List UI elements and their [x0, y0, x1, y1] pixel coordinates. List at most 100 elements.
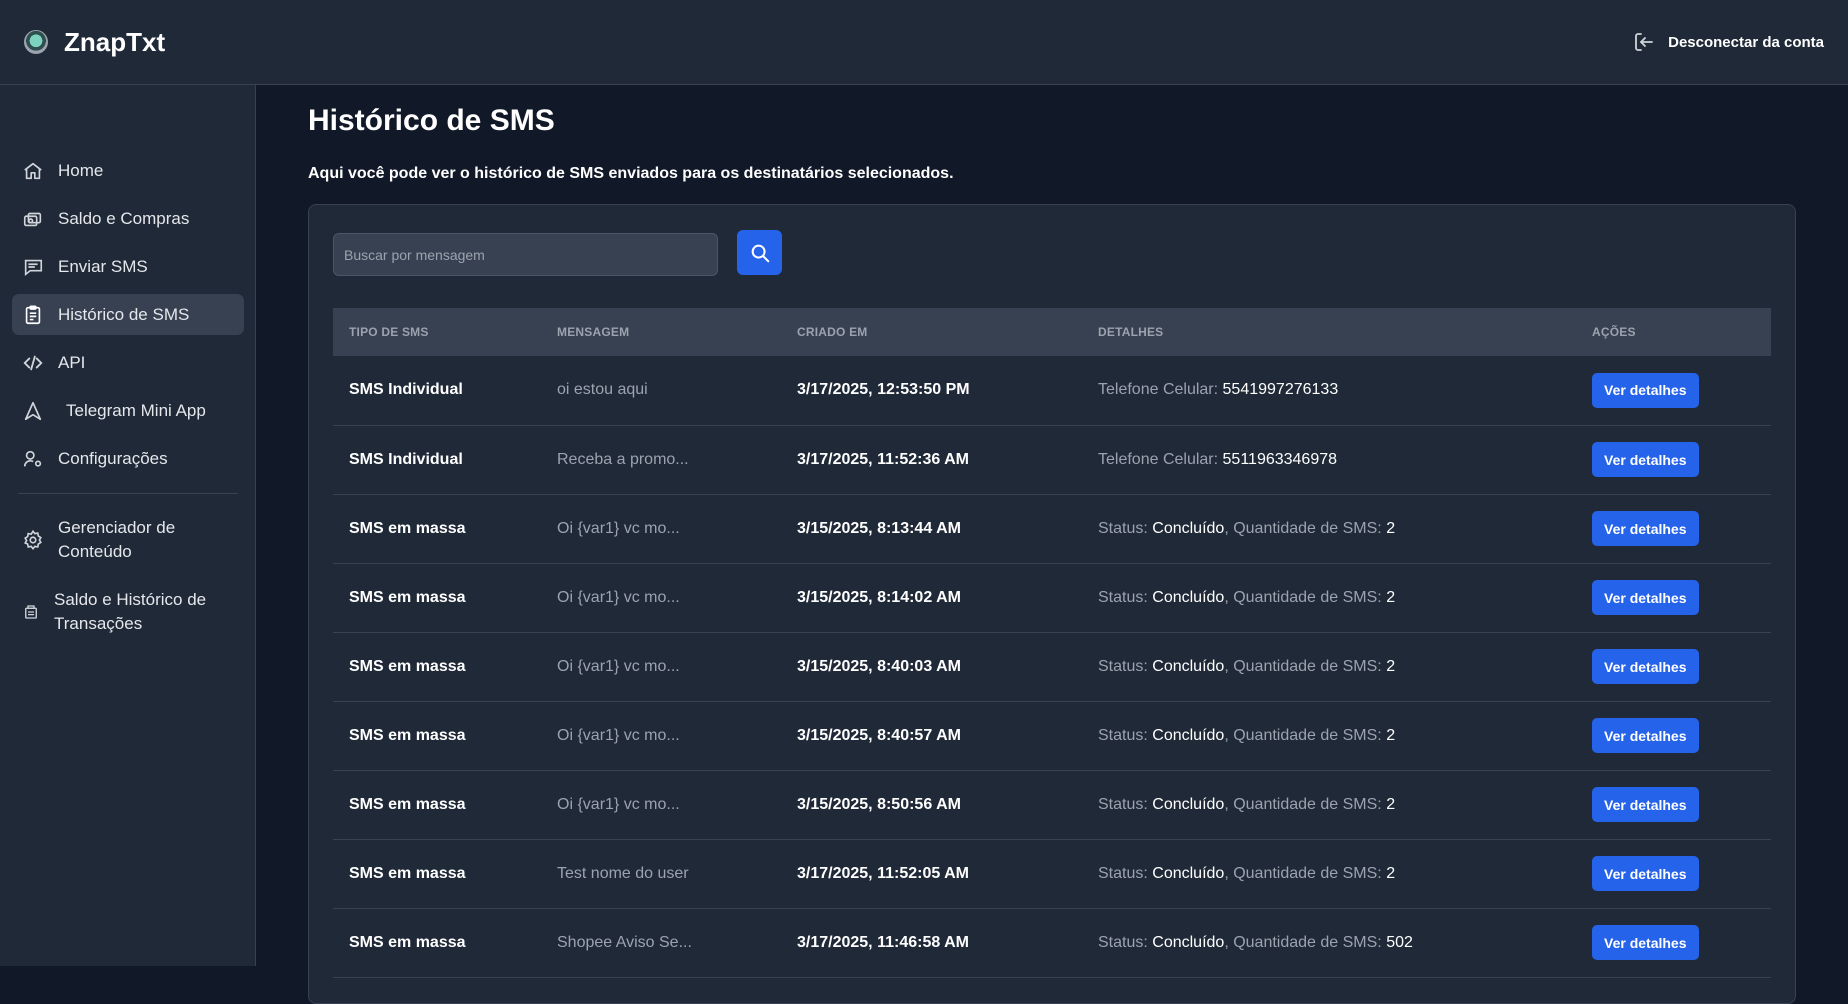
label-line-2: Transações: [54, 614, 143, 633]
cell-created-at: 3/17/2025, 11:52:36 AM: [797, 450, 969, 468]
detail-label: Telefone Celular:: [1098, 450, 1219, 468]
cell-message: Oi {var1} vc mo...: [557, 726, 680, 744]
view-details-button[interactable]: Ver detalhes: [1592, 925, 1699, 960]
page-description: Aqui você pode ver o histórico de SMS en…: [308, 165, 954, 182]
cell-actions: Ver detalhes: [1576, 701, 1771, 770]
cell-created-at: 3/17/2025, 12:53:50 PM: [797, 381, 970, 399]
sidebar-item-home[interactable]: Home: [12, 150, 244, 191]
cell-actions: Ver detalhes: [1576, 356, 1771, 425]
detail-status: Concluído: [1152, 795, 1225, 813]
detail-phone: 5511963346978: [1222, 450, 1338, 468]
cell-created-at: 3/17/2025, 11:52:05 AM: [797, 864, 969, 882]
column-header-type[interactable]: TIPO DE SMS: [333, 308, 541, 356]
column-header-details[interactable]: DETALHES: [1082, 308, 1576, 356]
detail-status: Concluído: [1152, 588, 1225, 606]
table-header-row: TIPO DE SMS MENSAGEM CRIADO EM DETALHES …: [333, 308, 1771, 356]
label-line-2: Conteúdo: [58, 542, 132, 561]
view-details-button[interactable]: Ver detalhes: [1592, 787, 1699, 822]
cell-message: Oi {var1} vc mo...: [557, 795, 680, 813]
search-button[interactable]: [737, 230, 782, 275]
cell-created-at: 3/15/2025, 8:40:57 AM: [797, 726, 961, 744]
table-row: SMS em massa Test nome do user 3/17/2025…: [333, 839, 1771, 908]
sidebar-item-label: Gerenciador de Conteúdo: [58, 516, 175, 564]
detail-phone: 5541997276133: [1222, 381, 1339, 399]
detail-status: Concluído: [1152, 933, 1225, 951]
detail-quantity: 2: [1386, 657, 1396, 675]
detail-quantity: 2: [1386, 588, 1396, 606]
user-settings-icon: [23, 450, 42, 467]
cell-actions: Ver detalhes: [1576, 563, 1771, 632]
sidebar-item-content-manager[interactable]: Gerenciador de Conteúdo: [12, 510, 244, 570]
detail-label: Status:: [1098, 588, 1148, 606]
message-icon: [24, 259, 43, 276]
logout-icon: [1635, 33, 1654, 51]
view-details-button[interactable]: Ver detalhes: [1592, 856, 1699, 891]
brand[interactable]: ZnapTxt: [24, 27, 165, 58]
detail-status: Concluído: [1152, 864, 1225, 882]
detail-quantity: 2: [1386, 519, 1396, 537]
logout-label: Desconectar da conta: [1668, 33, 1824, 51]
detail-status: Concluído: [1152, 519, 1225, 537]
view-details-button[interactable]: Ver detalhes: [1592, 649, 1699, 684]
logo-icon: [24, 30, 48, 54]
sidebar-item-label: Saldo e Compras: [58, 208, 190, 228]
cell-message: Oi {var1} vc mo...: [557, 519, 680, 537]
view-details-button[interactable]: Ver detalhes: [1592, 511, 1699, 546]
sidebar-item-send-sms[interactable]: Enviar SMS: [12, 246, 244, 287]
view-details-button[interactable]: Ver detalhes: [1592, 718, 1699, 753]
detail-label: Quantidade de SMS:: [1233, 933, 1382, 951]
cell-details: Telefone Celular: 5541997276133: [1082, 356, 1576, 425]
column-header-message[interactable]: MENSAGEM: [541, 308, 781, 356]
view-details-button[interactable]: Ver detalhes: [1592, 580, 1699, 615]
sms-history-table: TIPO DE SMS MENSAGEM CRIADO EM DETALHES …: [333, 308, 1771, 978]
sidebar-item-label: Saldo e Histórico de Transações: [54, 588, 206, 636]
detail-label: Quantidade de SMS:: [1233, 795, 1382, 813]
sidebar-item-api[interactable]: API: [12, 342, 244, 383]
cell-message: Shopee Aviso Se...: [557, 933, 692, 951]
search-input[interactable]: [333, 233, 718, 276]
detail-label: Status:: [1098, 933, 1148, 951]
sidebar-item-label: Histórico de SMS: [58, 304, 190, 324]
detail-quantity: 502: [1386, 933, 1413, 951]
cell-message: Receba a promo...: [557, 450, 689, 468]
detail-quantity: 2: [1386, 726, 1396, 744]
view-details-button[interactable]: Ver detalhes: [1592, 372, 1699, 408]
label-line-1: Saldo e Histórico de: [54, 590, 207, 610]
cell-actions: Ver detalhes: [1576, 908, 1771, 977]
cell-details: Telefone Celular: 5511963346978: [1082, 425, 1576, 494]
detail-label: Quantidade de SMS:: [1233, 864, 1382, 882]
top-bar: ZnapTxt Desconectar da conta: [0, 0, 1848, 85]
label-line-1: Gerenciador de: [58, 518, 176, 538]
cell-actions: Ver detalhes: [1576, 425, 1771, 494]
view-details-button[interactable]: Ver detalhes: [1592, 442, 1699, 477]
sidebar-item-balance[interactable]: Saldo e Compras: [12, 198, 244, 239]
table-row: SMS em massa Oi {var1} vc mo... 3/15/202…: [333, 563, 1771, 632]
detail-label: Quantidade de SMS:: [1233, 588, 1382, 606]
column-header-actions: AÇÕES: [1592, 325, 1636, 339]
sidebar-nav: Home Saldo e Compras Enviar SMS Históric…: [12, 150, 244, 654]
clipboard-icon: [25, 304, 41, 324]
sidebar-item-sms-history[interactable]: Histórico de SMS: [12, 294, 244, 335]
detail-label: Quantidade de SMS:: [1233, 726, 1382, 744]
detail-label: Status:: [1098, 795, 1148, 813]
cell-actions: Ver detalhes: [1576, 839, 1771, 908]
sidebar-divider: [18, 493, 238, 494]
detail-label: Status:: [1098, 657, 1148, 675]
column-header-created[interactable]: CRIADO EM: [781, 308, 1082, 356]
sidebar-item-telegram[interactable]: Telegram Mini App: [12, 390, 244, 431]
cell-sms-type: SMS em massa: [349, 657, 466, 675]
cell-sms-type: SMS em massa: [349, 519, 466, 537]
sidebar-item-label: Configurações: [58, 448, 168, 468]
table-row: SMS em massa Oi {var1} vc mo... 3/15/202…: [333, 770, 1771, 839]
cell-created-at: 3/17/2025, 11:46:58 AM: [797, 933, 969, 951]
detail-label: Status:: [1098, 519, 1148, 537]
sidebar-item-settings[interactable]: Configurações: [12, 438, 244, 479]
sidebar-item-label: Home: [58, 160, 104, 180]
cell-details: Status: Concluído, Quantidade de SMS: 50…: [1098, 933, 1413, 951]
logout-button[interactable]: Desconectar da conta: [1632, 30, 1824, 54]
detail-label: Status:: [1098, 726, 1148, 744]
sidebar-item-transactions[interactable]: Saldo e Histórico de Transações: [12, 582, 244, 642]
cell-details: Status: Concluído, Quantidade de SMS: 2: [1098, 657, 1396, 675]
cell-sms-type: SMS em massa: [349, 726, 466, 744]
cell-message: oi estou aqui: [557, 381, 648, 399]
